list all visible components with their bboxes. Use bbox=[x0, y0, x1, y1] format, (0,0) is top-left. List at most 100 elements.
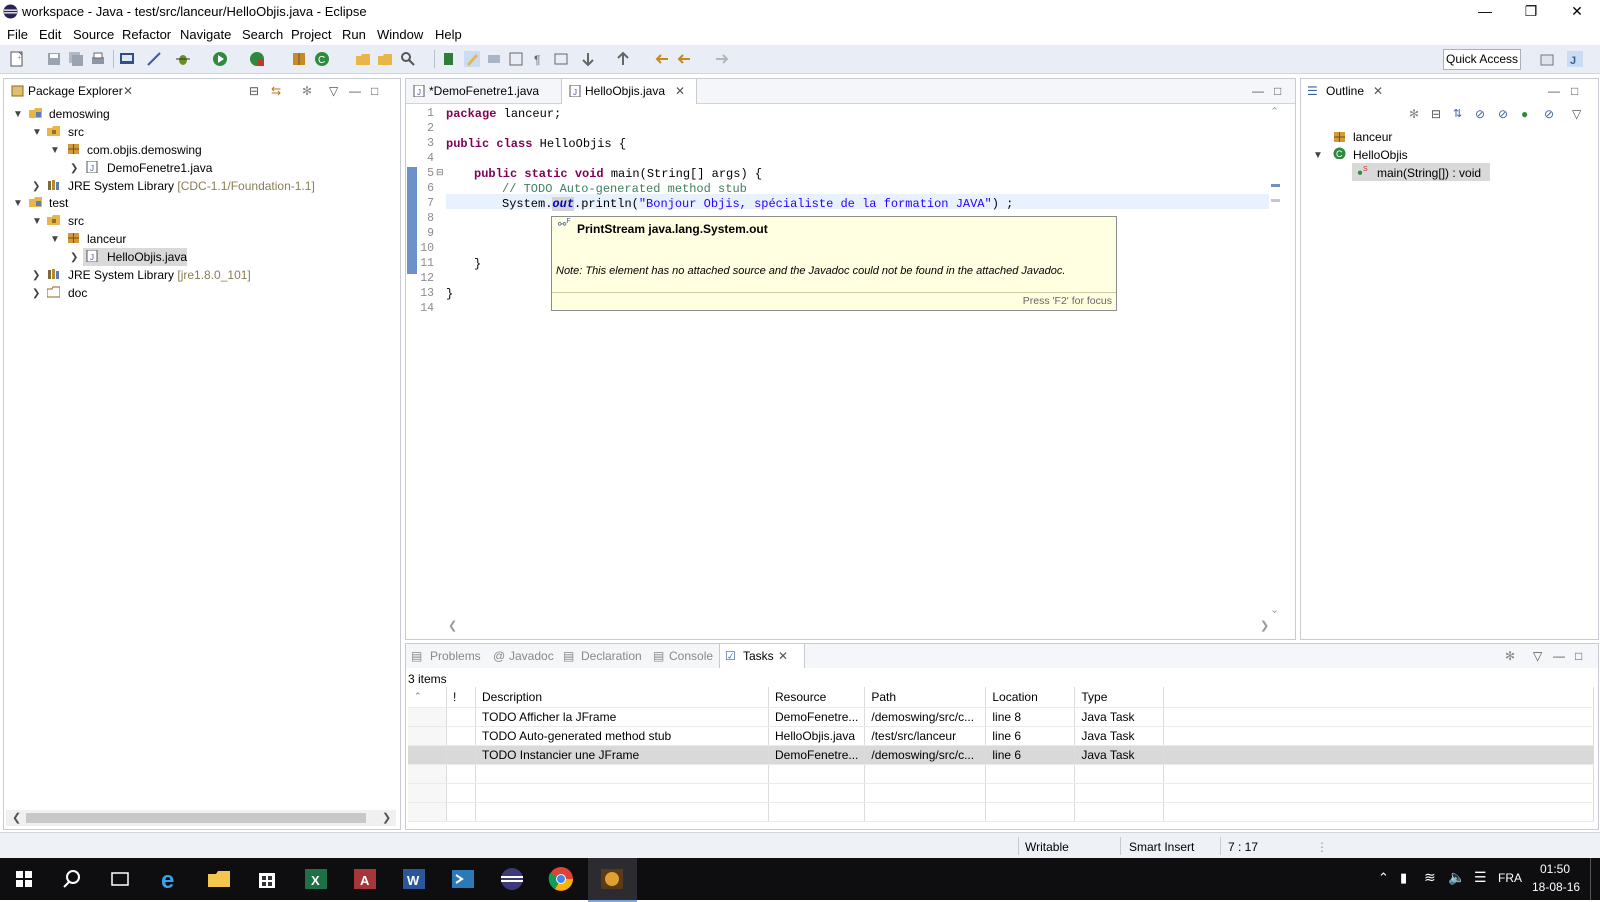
collapse-arrow-icon[interactable]: ❯ bbox=[70, 252, 78, 263]
restore-button[interactable]: ❐ bbox=[1508, 0, 1554, 24]
minimize-view-icon[interactable]: — bbox=[1548, 84, 1560, 98]
powershell-icon[interactable] bbox=[449, 865, 477, 893]
maximize-view-icon[interactable]: □ bbox=[1571, 84, 1578, 98]
outline-item-method[interactable]: main(String[]) : void bbox=[1377, 166, 1481, 180]
package-explorer-title[interactable]: Package Explorer bbox=[28, 84, 123, 98]
scroll-left-icon[interactable]: ❮ bbox=[448, 619, 457, 632]
excel-icon[interactable]: X bbox=[302, 865, 330, 893]
quick-access-field[interactable]: Quick Access bbox=[1443, 49, 1521, 70]
terminal-icon[interactable] bbox=[119, 51, 135, 67]
skip-breakpoints-icon[interactable] bbox=[146, 51, 162, 67]
menu-edit[interactable]: Edit bbox=[39, 27, 61, 42]
tree-item-src[interactable]: src bbox=[68, 214, 84, 228]
open-type-icon[interactable] bbox=[355, 51, 371, 67]
view-menu-icon[interactable]: ▽ bbox=[329, 84, 338, 98]
link-with-editor-icon[interactable]: ⇆ bbox=[271, 84, 281, 98]
tab-problems[interactable]: Problems bbox=[430, 649, 481, 663]
word-wrap-icon[interactable] bbox=[553, 51, 569, 67]
column-priority[interactable]: ! bbox=[446, 687, 476, 708]
code-line[interactable]: package lanceur; bbox=[446, 107, 561, 121]
collapse-all-icon[interactable]: ⊟ bbox=[1431, 107, 1441, 121]
print-icon[interactable] bbox=[90, 51, 106, 67]
chrome-icon[interactable] bbox=[547, 865, 575, 893]
column-type[interactable]: Type bbox=[1074, 687, 1165, 708]
close-tab-icon[interactable]: ✕ bbox=[1373, 84, 1383, 98]
tab-javadoc[interactable]: Javadoc bbox=[509, 649, 554, 663]
tab-console[interactable]: Console bbox=[669, 649, 713, 663]
previous-annotation-icon[interactable] bbox=[615, 51, 631, 67]
hide-non-public-icon[interactable]: ● bbox=[1521, 107, 1528, 121]
tree-item-src[interactable]: src bbox=[68, 125, 84, 139]
show-desktop-button[interactable] bbox=[1590, 858, 1600, 900]
menu-source[interactable]: Source bbox=[73, 27, 114, 42]
scroll-down-icon[interactable]: ⌄ bbox=[1270, 603, 1279, 616]
notifications-icon[interactable]: ☰ bbox=[1474, 869, 1487, 886]
run-icon[interactable] bbox=[212, 51, 228, 67]
tree-item-package-demoswing[interactable]: com.objis.demoswing bbox=[87, 143, 202, 157]
menu-refactor[interactable]: Refactor bbox=[122, 27, 171, 42]
editor-horizontal-scrollbar[interactable]: ❮ ❯ bbox=[448, 619, 1270, 633]
next-annotation-icon[interactable] bbox=[580, 51, 596, 67]
overview-ruler-mark[interactable] bbox=[1271, 199, 1280, 202]
menu-project[interactable]: Project bbox=[291, 27, 331, 42]
tab-demofenetre1[interactable]: J *DemoFenetre1.java bbox=[406, 79, 558, 103]
input-language[interactable]: FRA bbox=[1498, 871, 1522, 885]
minimize-view-icon[interactable]: — bbox=[1553, 649, 1565, 663]
view-menu-icon[interactable]: ▽ bbox=[1572, 107, 1581, 121]
expand-arrow-icon[interactable]: ▼ bbox=[50, 234, 60, 245]
column-description[interactable]: Description bbox=[475, 687, 769, 708]
block-selection-icon[interactable] bbox=[508, 51, 524, 67]
eclipse-icon[interactable] bbox=[498, 865, 526, 893]
clock-date[interactable]: 18-08-16 bbox=[1532, 880, 1580, 894]
code-line[interactable]: public static void main(String[] args) { bbox=[474, 167, 762, 181]
hide-static-icon[interactable]: ⊘ bbox=[1498, 107, 1508, 121]
scrollbar-thumb[interactable] bbox=[26, 813, 366, 823]
minimize-view-icon[interactable]: — bbox=[1252, 84, 1264, 98]
new-package-icon[interactable] bbox=[291, 51, 307, 67]
collapse-arrow-icon[interactable]: ❯ bbox=[32, 288, 40, 299]
scroll-right-icon[interactable]: ❯ bbox=[1260, 619, 1269, 632]
fold-icon[interactable]: ⊟ bbox=[436, 167, 444, 178]
table-row[interactable]: TODO Auto-generated method stub HelloObj… bbox=[408, 726, 1594, 746]
tree-item-package-lanceur[interactable]: lanceur bbox=[87, 232, 126, 246]
save-all-icon[interactable] bbox=[68, 51, 84, 67]
minimize-view-icon[interactable]: — bbox=[349, 84, 361, 98]
scroll-left-icon[interactable]: ❮ bbox=[12, 811, 21, 824]
column-location[interactable]: Location bbox=[985, 687, 1076, 708]
java-perspective-icon[interactable]: J bbox=[1567, 51, 1583, 67]
field-out[interactable]: out bbox=[552, 197, 575, 211]
table-row[interactable]: TODO Afficher la JFrame DemoFenetre... /… bbox=[408, 707, 1594, 727]
menu-navigate[interactable]: Navigate bbox=[180, 27, 231, 42]
clock-time[interactable]: 01:50 bbox=[1540, 862, 1570, 876]
outline-item-class[interactable]: HelloObjis bbox=[1353, 148, 1408, 162]
maximize-view-icon[interactable]: □ bbox=[371, 84, 378, 98]
task-view-icon[interactable] bbox=[106, 865, 134, 893]
javadoc-hover-tooltip[interactable]: ⚯F PrintStream java.lang.System.out Note… bbox=[551, 216, 1117, 311]
access-icon[interactable]: A bbox=[351, 865, 379, 893]
tree-item-test[interactable]: test bbox=[49, 196, 68, 210]
horizontal-scrollbar[interactable]: ❮ ❯ bbox=[6, 810, 396, 826]
menu-file[interactable]: File bbox=[7, 27, 28, 42]
game-app-icon[interactable] bbox=[598, 865, 626, 893]
menu-search[interactable]: Search bbox=[242, 27, 283, 42]
back-icon[interactable] bbox=[676, 51, 692, 67]
expand-arrow-icon[interactable]: ▼ bbox=[32, 127, 42, 138]
save-icon[interactable] bbox=[46, 51, 62, 67]
last-edit-location-icon[interactable] bbox=[654, 51, 670, 67]
code-line[interactable]: public class HelloObjis { bbox=[446, 137, 626, 151]
debug-icon[interactable] bbox=[175, 51, 191, 67]
volume-icon[interactable]: 🔈 bbox=[1448, 869, 1465, 886]
outline-item-package[interactable]: lanceur bbox=[1353, 130, 1392, 144]
forward-icon[interactable] bbox=[714, 51, 730, 67]
menu-help[interactable]: Help bbox=[435, 27, 462, 42]
collapse-arrow-icon[interactable]: ❯ bbox=[32, 270, 40, 281]
hide-fields-icon[interactable]: ⊘ bbox=[1475, 107, 1485, 121]
code-line[interactable]: System.out.println("Bonjour Objis, spéci… bbox=[502, 197, 1013, 211]
store-icon[interactable] bbox=[253, 865, 281, 893]
tree-item-doc[interactable]: doc bbox=[68, 286, 87, 300]
overview-ruler-mark[interactable] bbox=[1271, 184, 1280, 187]
expand-arrow-icon[interactable]: ▼ bbox=[50, 145, 60, 156]
menu-window[interactable]: Window bbox=[377, 27, 423, 42]
code-line[interactable]: } bbox=[446, 287, 453, 301]
tab-helloobjis[interactable]: J HelloObjis.java ✕ bbox=[561, 79, 697, 104]
